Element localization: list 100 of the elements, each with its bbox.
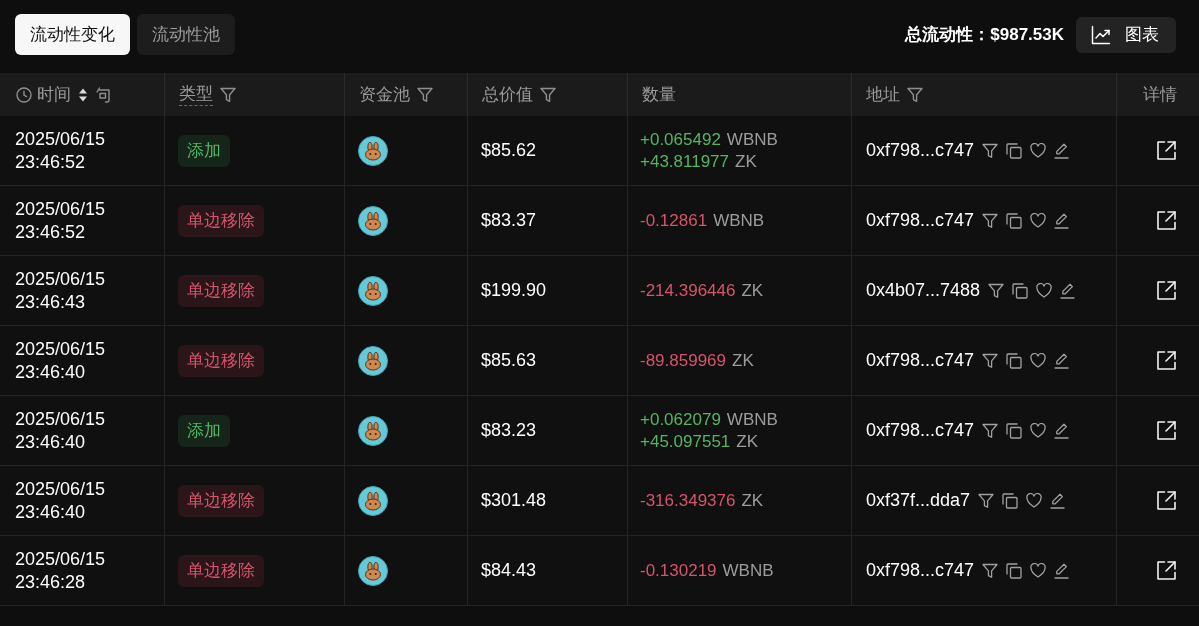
value-text: $85.62 (481, 140, 537, 161)
date-text: 2025/06/15 (15, 477, 106, 501)
token-text: WBNB (722, 559, 774, 582)
value-text: $84.43 (481, 560, 537, 581)
token-text: ZK (741, 279, 764, 302)
edit-icon[interactable] (1054, 352, 1070, 369)
copy-icon[interactable] (1012, 282, 1029, 299)
edit-icon[interactable] (1054, 562, 1070, 579)
column-header: 总价值 (482, 84, 533, 106)
total-liquidity-text: 总流动性：$987.53K (905, 24, 1064, 46)
column-header: 资金池 (359, 84, 410, 106)
column-header: 时间 (37, 84, 71, 106)
time-text: 23:46:40 (15, 500, 86, 524)
sort-icon[interactable] (78, 86, 88, 103)
token-text: WBNB (713, 209, 765, 232)
filter-icon[interactable] (220, 86, 236, 103)
external-link-icon[interactable] (1157, 141, 1176, 160)
type-badge: 添加 (178, 134, 230, 167)
type-badge: 添加 (178, 414, 230, 447)
time-text: 23:46:28 (15, 570, 86, 594)
type-badge: 单边移除 (178, 274, 264, 307)
column-header: 数量 (642, 84, 676, 106)
time-text: 23:46:40 (15, 360, 86, 384)
edit-icon[interactable] (1060, 282, 1076, 299)
edit-icon[interactable] (1054, 422, 1070, 439)
amount-text: +0.065492 (640, 128, 721, 151)
bunny-coin-icon (358, 415, 388, 446)
copy-icon[interactable] (1002, 492, 1019, 509)
filter-icon[interactable] (417, 86, 433, 103)
edit-icon[interactable] (1054, 212, 1070, 229)
copy-icon[interactable] (1006, 352, 1023, 369)
bunny-coin-icon (358, 555, 388, 586)
date-text: 2025/06/15 (15, 267, 106, 291)
date-text: 2025/06/15 (15, 547, 106, 571)
bunny-coin-icon (358, 345, 388, 376)
copy-icon[interactable] (1006, 212, 1023, 229)
amount-text: -214.396446 (640, 279, 736, 302)
line-chart-icon (1091, 24, 1111, 45)
date-text: 2025/06/15 (15, 337, 106, 361)
chart-button[interactable]: 图表 (1076, 16, 1176, 53)
date-text: 2025/06/15 (15, 407, 106, 431)
value-text: $83.23 (481, 420, 537, 441)
heart-icon[interactable] (1026, 493, 1043, 508)
heart-icon[interactable] (1030, 563, 1047, 578)
address-text: 0xf798...c747 (866, 420, 975, 441)
filter-icon[interactable] (540, 86, 556, 103)
external-link-icon[interactable] (1157, 491, 1176, 510)
amount-text: +0.062079 (640, 408, 721, 431)
filter-icon[interactable] (982, 142, 999, 159)
address-text: 0xf37f...dda7 (866, 490, 971, 511)
date-text: 2025/06/15 (15, 197, 106, 221)
type-badge: 单边移除 (178, 204, 264, 237)
filter-icon[interactable] (907, 86, 923, 103)
filter-icon[interactable] (982, 422, 999, 439)
tab[interactable]: 流动性变化 (15, 14, 130, 55)
external-link-icon[interactable] (1157, 281, 1176, 300)
time-text: 23:46:43 (15, 290, 86, 314)
amount-text: -0.130219 (640, 559, 717, 582)
token-text: WBNB (726, 408, 778, 431)
value-text: $199.90 (481, 280, 547, 301)
bunny-coin-icon (358, 135, 388, 166)
external-link-icon[interactable] (1157, 421, 1176, 440)
filter-icon[interactable] (982, 212, 999, 229)
filter-icon[interactable] (982, 352, 999, 369)
token-text: ZK (736, 430, 759, 453)
type-badge: 单边移除 (178, 554, 264, 587)
external-link-icon[interactable] (1157, 561, 1176, 580)
token-text: ZK (735, 150, 757, 173)
heart-icon[interactable] (1030, 143, 1047, 158)
heart-icon[interactable] (1030, 213, 1047, 228)
amount-text: +45.097551 (640, 430, 731, 453)
copy-icon[interactable] (1006, 422, 1023, 439)
token-text: ZK (741, 489, 764, 512)
filter-icon[interactable] (988, 282, 1005, 299)
format-toggle-icon[interactable] (95, 86, 111, 103)
external-link-icon[interactable] (1157, 211, 1176, 230)
address-text: 0xf798...c747 (866, 210, 975, 231)
clock-icon (16, 86, 32, 103)
address-text: 0xf798...c747 (866, 350, 975, 371)
column-header: 地址 (866, 84, 900, 106)
heart-icon[interactable] (1030, 353, 1047, 368)
copy-icon[interactable] (1006, 142, 1023, 159)
amount-text: +43.811977 (640, 150, 730, 173)
edit-icon[interactable] (1050, 492, 1066, 509)
amount-text: -316.349376 (640, 489, 736, 512)
edit-icon[interactable] (1054, 142, 1070, 159)
time-text: 23:46:52 (15, 150, 86, 174)
token-text: WBNB (726, 128, 778, 151)
external-link-icon[interactable] (1157, 351, 1176, 370)
heart-icon[interactable] (1030, 423, 1047, 438)
date-text: 2025/06/15 (15, 127, 106, 151)
filter-icon[interactable] (982, 562, 999, 579)
bunny-coin-icon (358, 205, 388, 236)
filter-icon[interactable] (978, 492, 995, 509)
copy-icon[interactable] (1006, 562, 1023, 579)
tab[interactable]: 流动性池 (137, 14, 235, 55)
heart-icon[interactable] (1036, 283, 1053, 298)
value-text: $85.63 (481, 350, 537, 371)
time-text: 23:46:52 (15, 220, 86, 244)
type-badge: 单边移除 (178, 484, 264, 517)
